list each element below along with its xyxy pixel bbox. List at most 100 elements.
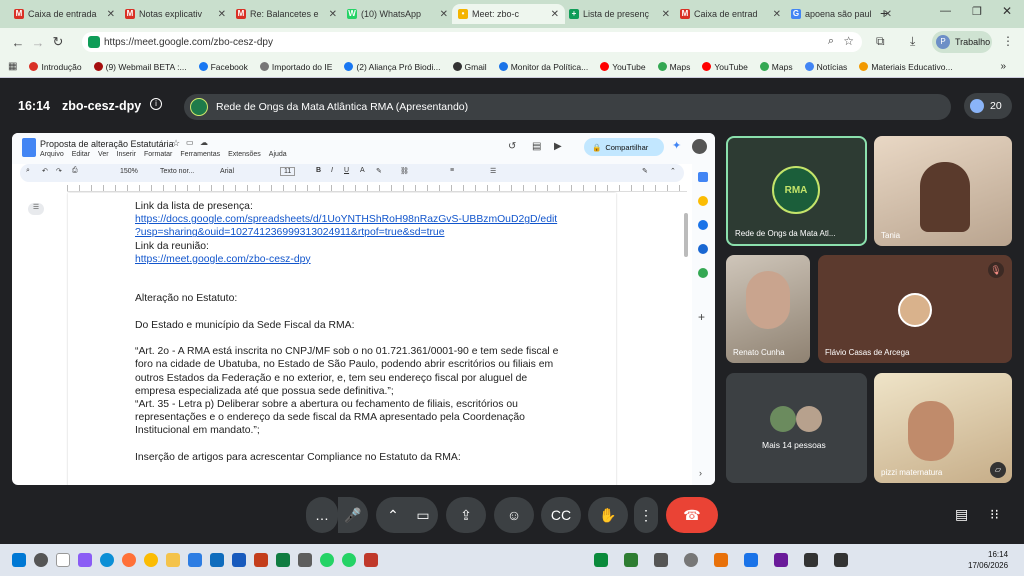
more-options-button[interactable]: ⋮: [634, 497, 658, 533]
bookmark-item[interactable]: (9) Webmail BETA :...: [93, 62, 187, 72]
maps-icon[interactable]: [698, 268, 708, 278]
close-window-button[interactable]: ✕: [1002, 4, 1012, 18]
redo-icon[interactable]: ↷: [56, 167, 62, 175]
italic-button[interactable]: I: [331, 167, 333, 174]
expand-panel-icon[interactable]: ›: [699, 468, 702, 478]
star-icon[interactable]: ☆: [172, 138, 180, 149]
tray-icon[interactable]: [774, 553, 788, 567]
gemini-icon[interactable]: ✦: [672, 139, 681, 152]
highlight-icon[interactable]: ✎: [376, 167, 382, 175]
excel-icon[interactable]: [276, 553, 290, 567]
powerpoint-icon[interactable]: [254, 553, 268, 567]
url-input[interactable]: https://meet.google.com/zbo-cesz-dpy ⌕ ☆: [82, 32, 862, 52]
underline-button[interactable]: U: [344, 167, 349, 174]
browser-tab[interactable]: M Caixa de entrada ✕: [8, 4, 121, 24]
word-icon[interactable]: [232, 553, 246, 567]
close-tab-icon[interactable]: ✕: [218, 9, 226, 20]
font-select[interactable]: Arial: [220, 168, 234, 175]
reload-button[interactable]: ↻: [48, 34, 68, 50]
undo-icon[interactable]: ↶: [42, 167, 48, 175]
outlook-icon[interactable]: [210, 553, 224, 567]
align-icon[interactable]: ≡: [450, 167, 454, 174]
participant-tile-rma[interactable]: RMA Rede de Ongs da Mata Atl...: [726, 136, 867, 246]
bold-button[interactable]: B: [316, 167, 321, 174]
search-menus-icon[interactable]: ⌕: [26, 167, 30, 175]
chrome-icon[interactable]: [144, 553, 158, 567]
bookmark-item[interactable]: Introdução: [29, 62, 82, 72]
print-icon[interactable]: ⎙: [72, 167, 78, 175]
meeting-info-icon[interactable]: i: [150, 98, 162, 110]
mic-button[interactable]: 🎤: [338, 497, 368, 533]
add-on-icon[interactable]: +: [698, 310, 705, 324]
activities-icon[interactable]: ⁝⁝: [990, 506, 999, 523]
bookmark-item[interactable]: YouTube: [702, 62, 748, 72]
zoom-icon[interactable]: ⌕: [828, 35, 834, 48]
browser-menu-icon[interactable]: ⋮: [1002, 34, 1014, 48]
forward-button[interactable]: →: [28, 35, 48, 50]
docs-menu-item[interactable]: Editar: [72, 151, 90, 158]
pin-icon[interactable]: ▱: [990, 462, 1006, 478]
keep-icon[interactable]: [698, 196, 708, 206]
start-icon[interactable]: [12, 553, 26, 567]
more-bookmarks-icon[interactable]: »: [1000, 61, 1006, 72]
new-tab-button[interactable]: +: [880, 5, 888, 21]
camera-options-button[interactable]: ⌃: [376, 497, 410, 533]
minimize-button[interactable]: —: [940, 5, 951, 17]
bookmark-item[interactable]: Materiais Educativo...: [859, 62, 953, 72]
bookmark-star-icon[interactable]: ☆: [843, 34, 854, 48]
explorer-icon[interactable]: [166, 553, 180, 567]
bookmark-item[interactable]: Gmail: [452, 62, 487, 72]
tray-icon[interactable]: [744, 553, 758, 567]
participant-tile-pizzi[interactable]: ▱ pizzi maternatura: [874, 373, 1012, 483]
docs-menu-item[interactable]: Ferramentas: [180, 151, 220, 158]
doc-link[interactable]: https://meet.google.com/zbo-cesz-dpy: [135, 254, 311, 265]
move-folder-icon[interactable]: ▭: [186, 138, 194, 147]
browser-tab[interactable]: • Meet: zbo-c ✕: [452, 4, 565, 24]
tasks-icon[interactable]: [698, 220, 708, 230]
leave-call-button[interactable]: ☎: [666, 497, 718, 533]
bookmark-item[interactable]: Notícias: [804, 62, 847, 72]
participant-tile-tania[interactable]: Tania: [874, 136, 1012, 246]
doc-link[interactable]: ?usp=sharing&ouid=102741236999313024911&…: [135, 227, 444, 238]
clock[interactable]: 16:14 17/06/2026: [968, 549, 1008, 571]
docs-menu-item[interactable]: Ajuda: [269, 151, 287, 158]
tray-icon[interactable]: [714, 553, 728, 567]
firefox-icon[interactable]: [122, 553, 136, 567]
browser-tab[interactable]: M Caixa de entrad ✕: [674, 4, 787, 24]
close-tab-icon[interactable]: ✕: [551, 9, 559, 20]
camera-button[interactable]: ▭: [408, 497, 438, 533]
share-button[interactable]: 🔒 Compartilhar: [584, 138, 664, 156]
chat-icon[interactable]: ▤: [955, 506, 968, 523]
participant-tile-flavio[interactable]: 🎙 Flávio Casas de Arcega: [818, 255, 1012, 363]
downloads-icon[interactable]: ⤓: [910, 34, 915, 49]
apps-grid-icon[interactable]: ▦: [8, 61, 17, 72]
bookmark-item[interactable]: YouTube: [600, 62, 646, 72]
edge-icon[interactable]: [100, 553, 114, 567]
whatsapp-icon[interactable]: [320, 553, 334, 567]
close-tab-icon[interactable]: ✕: [329, 9, 337, 20]
close-tab-icon[interactable]: ✕: [773, 9, 781, 20]
calendar-icon[interactable]: [698, 172, 708, 182]
copilot-icon[interactable]: [78, 553, 92, 567]
meet-present-icon[interactable]: ▶: [554, 141, 562, 152]
contacts-icon[interactable]: [698, 244, 708, 254]
link-icon[interactable]: ⛓: [400, 167, 409, 175]
docs-menu-item[interactable]: Ver: [98, 151, 109, 158]
participant-tile-more[interactable]: Mais 14 pessoas: [726, 373, 867, 483]
bookmark-item[interactable]: (2) Aliança Pró Biodi...: [344, 62, 441, 72]
store-icon[interactable]: [188, 553, 202, 567]
tray-icon[interactable]: [594, 553, 608, 567]
volume-icon[interactable]: [834, 553, 848, 567]
zoom-select[interactable]: 150%: [120, 168, 138, 175]
extensions-icon[interactable]: ⧉: [876, 34, 885, 49]
browser-tab[interactable]: M Re: Balancetes e ✕: [230, 4, 343, 24]
style-select[interactable]: Texto nor...: [160, 168, 194, 175]
browser-tab[interactable]: W (10) WhatsApp ✕: [341, 4, 454, 24]
docs-menu-item[interactable]: Formatar: [144, 151, 172, 158]
reactions-button[interactable]: ☺: [494, 497, 534, 533]
history-icon[interactable]: ↺: [508, 141, 516, 152]
maximize-button[interactable]: ❐: [972, 5, 982, 18]
comments-icon[interactable]: ▤: [532, 141, 541, 152]
cloud-icon[interactable]: [684, 553, 698, 567]
text-color-button[interactable]: A: [360, 167, 365, 174]
